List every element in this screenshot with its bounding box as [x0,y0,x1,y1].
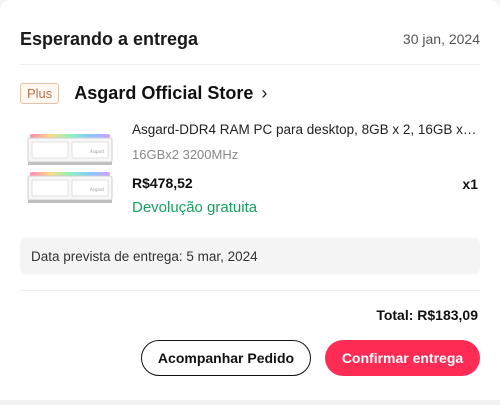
store-name[interactable]: Asgard Official Store [74,83,253,104]
order-total: Total: R$183,09 [376,307,478,323]
plus-badge: Plus [20,82,60,104]
product-image[interactable]: Asgard Asgard [22,122,118,218]
order-status: Esperando a entrega [20,28,199,49]
product-title[interactable]: Asgard-DDR4 RAM PC para desktop, 8GB x 2… [132,122,478,137]
delivery-estimate-box: Data prevista de entrega: 5 mar, 2024 [20,238,480,274]
order-date: 30 jan, 2024 [402,31,480,47]
store-row[interactable]: Plus Asgard Official Store › [20,79,267,107]
divider [20,64,480,65]
free-return-label: Devolução gratuita [132,199,258,216]
divider [20,290,480,291]
product-quantity: x1 [462,176,478,192]
product-price: R$478,52 [132,175,193,191]
confirm-delivery-button[interactable]: Confirmar entrega [325,340,480,376]
product-variant: 16GBx2 3200MHz [132,147,239,162]
brand-mark: Asgard [90,187,104,192]
order-header: Esperando a entrega 30 jan, 2024 [20,24,480,54]
track-order-button[interactable]: Acompanhar Pedido [141,340,311,376]
delivery-estimate: Data prevista de entrega: 5 mar, 2024 [31,248,258,264]
brand-mark: Asgard [90,149,104,154]
chevron-right-icon[interactable]: › [261,83,267,104]
order-card: Esperando a entrega 30 jan, 2024 Plus As… [0,0,500,400]
ram-module-icon: Asgard Asgard [27,134,113,203]
